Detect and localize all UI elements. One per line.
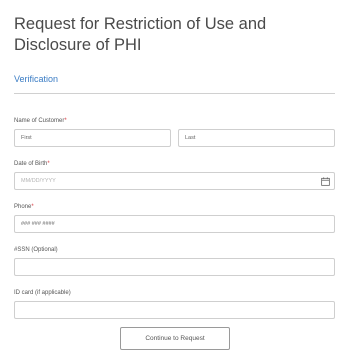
section-divider bbox=[14, 93, 335, 94]
idcard-label: ID card (if applicable) bbox=[14, 290, 71, 296]
required-mark: * bbox=[47, 161, 50, 167]
first-name-input[interactable] bbox=[14, 129, 171, 147]
dob-input[interactable] bbox=[14, 172, 335, 190]
ssn-label: #SSN (Optional) bbox=[14, 247, 58, 253]
required-mark: * bbox=[64, 118, 67, 124]
last-name-input[interactable] bbox=[178, 129, 335, 147]
dob-label-text: Date of Birth bbox=[14, 161, 48, 167]
section-label-verification: Verification bbox=[14, 74, 59, 84]
phone-input[interactable] bbox=[14, 215, 335, 233]
name-label-text: Name of Customer bbox=[14, 118, 65, 124]
name-label: Name of Customer* bbox=[14, 118, 67, 124]
calendar-icon[interactable] bbox=[321, 177, 330, 186]
form-title: Request for Restriction of Use and Discl… bbox=[14, 15, 267, 54]
continue-button[interactable]: Continue to Request bbox=[120, 327, 230, 350]
idcard-input[interactable] bbox=[14, 301, 335, 319]
phone-label-text: Phone bbox=[14, 204, 32, 210]
phone-label: Phone* bbox=[14, 204, 34, 210]
dob-label: Date of Birth* bbox=[14, 161, 50, 167]
ssn-input[interactable] bbox=[14, 258, 335, 276]
required-mark: * bbox=[31, 204, 34, 210]
